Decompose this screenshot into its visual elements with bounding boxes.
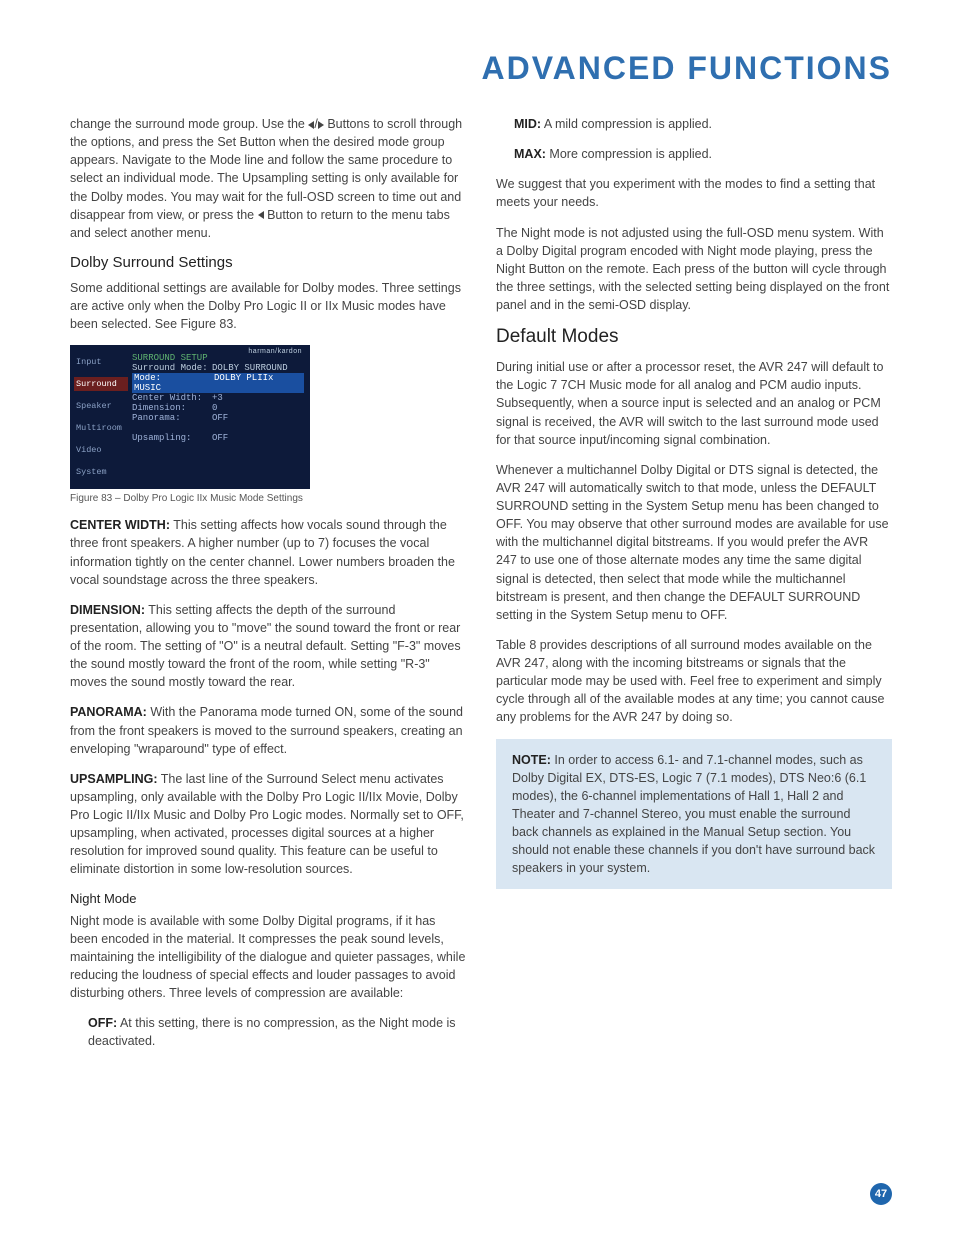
figure-tab: Speaker [74, 399, 128, 413]
max-text: More compression is applied. [546, 147, 712, 161]
dimension-label: DIMENSION: [70, 603, 145, 617]
figure-row-key: Panorama: [132, 413, 212, 423]
default-p3: Table 8 provides descriptions of all sur… [496, 636, 892, 727]
mid-item: MID: A mild compression is applied. [496, 115, 892, 133]
figure-brand: harman/kardon [248, 348, 302, 355]
max-label: MAX: [514, 147, 546, 161]
mid-label: MID: [514, 117, 541, 131]
figure-tab: Surround [74, 377, 128, 391]
figure-row-key: Surround Mode: [132, 363, 212, 373]
note-label: NOTE: [512, 753, 551, 767]
figure-row-val: DOLBY SURROUND [212, 363, 304, 373]
content-columns: change the surround mode group. Use the … [70, 115, 892, 1062]
intro-pre: change the surround mode group. Use the [70, 117, 308, 131]
figure-tab: Multiroom [74, 421, 128, 435]
figure-row-val: 0 [212, 403, 304, 413]
figure-tab: Input [74, 355, 128, 369]
note-box: NOTE: In order to access 6.1- and 7.1-ch… [496, 739, 892, 890]
default-modes-heading: Default Modes [496, 326, 892, 348]
figure-caption: Figure 83 – Dolby Pro Logic IIx Music Mo… [70, 493, 466, 504]
figure-row-key: Dimension: [132, 403, 212, 413]
off-text: At this setting, there is no compression… [88, 1016, 456, 1048]
off-label: OFF: [88, 1016, 117, 1030]
figure-tab: Video [74, 443, 128, 457]
intro-paragraph: change the surround mode group. Use the … [70, 115, 466, 242]
figure-83: harman/kardon Input Surround Speaker Mul… [70, 345, 310, 489]
dolby-intro: Some additional settings are available f… [70, 279, 466, 333]
figure-row: Dimension:0 [132, 403, 304, 413]
intro-mid: Buttons to scroll through the options, a… [70, 117, 462, 222]
page-number-badge: 47 [870, 1183, 892, 1205]
panorama-label: PANORAMA: [70, 705, 147, 719]
figure-row-val: OFF [212, 413, 304, 423]
night-adjust-paragraph: The Night mode is not adjusted using the… [496, 224, 892, 315]
night-mode-heading: Night Mode [70, 891, 466, 906]
figure-row: Center Width:+3 [132, 393, 304, 403]
dimension-paragraph: DIMENSION: This setting affects the dept… [70, 601, 466, 692]
figure-tab: System [74, 465, 128, 479]
figure-row-key: Upsampling: [132, 433, 212, 443]
note-text: In order to access 6.1- and 7.1-channel … [512, 753, 875, 876]
figure-row: Upsampling:OFF [132, 433, 304, 443]
figure-row-val: OFF [212, 433, 304, 443]
upsampling-text: The last line of the Surround Select men… [70, 772, 464, 877]
figure-row-val: +3 [212, 393, 304, 403]
center-width-label: CENTER WIDTH: [70, 518, 170, 532]
default-p2: Whenever a multichannel Dolby Digital or… [496, 461, 892, 624]
left-arrow-icon [308, 121, 314, 129]
off-item: OFF: At this setting, there is no compre… [70, 1014, 466, 1050]
dolby-surround-heading: Dolby Surround Settings [70, 254, 466, 271]
left-column: change the surround mode group. Use the … [70, 115, 466, 1062]
figure-tabs: Input Surround Speaker Multiroom Video S… [74, 355, 128, 479]
figure-panel: SURROUND SETUP Surround Mode:DOLBY SURRO… [132, 353, 304, 443]
figure-row: Mode:DOLBY PLIIx MUSIC [132, 373, 304, 393]
right-column: MID: A mild compression is applied. MAX:… [496, 115, 892, 1062]
upsampling-label: UPSAMPLING: [70, 772, 158, 786]
night-mode-intro: Night mode is available with some Dolby … [70, 912, 466, 1003]
figure-row: Panorama:OFF [132, 413, 304, 423]
figure-row-key: Center Width: [132, 393, 212, 403]
upsampling-paragraph: UPSAMPLING: The last line of the Surroun… [70, 770, 466, 879]
center-width-paragraph: CENTER WIDTH: This setting affects how v… [70, 516, 466, 589]
figure-row: Surround Mode:DOLBY SURROUND [132, 363, 304, 373]
mid-text: A mild compression is applied. [541, 117, 712, 131]
figure-row-key: Mode: [134, 373, 214, 383]
panorama-paragraph: PANORAMA: With the Panorama mode turned … [70, 703, 466, 757]
default-p1: During initial use or after a processor … [496, 358, 892, 449]
max-item: MAX: More compression is applied. [496, 145, 892, 163]
suggest-paragraph: We suggest that you experiment with the … [496, 175, 892, 211]
page-title: ADVANCED FUNCTIONS [70, 50, 892, 87]
